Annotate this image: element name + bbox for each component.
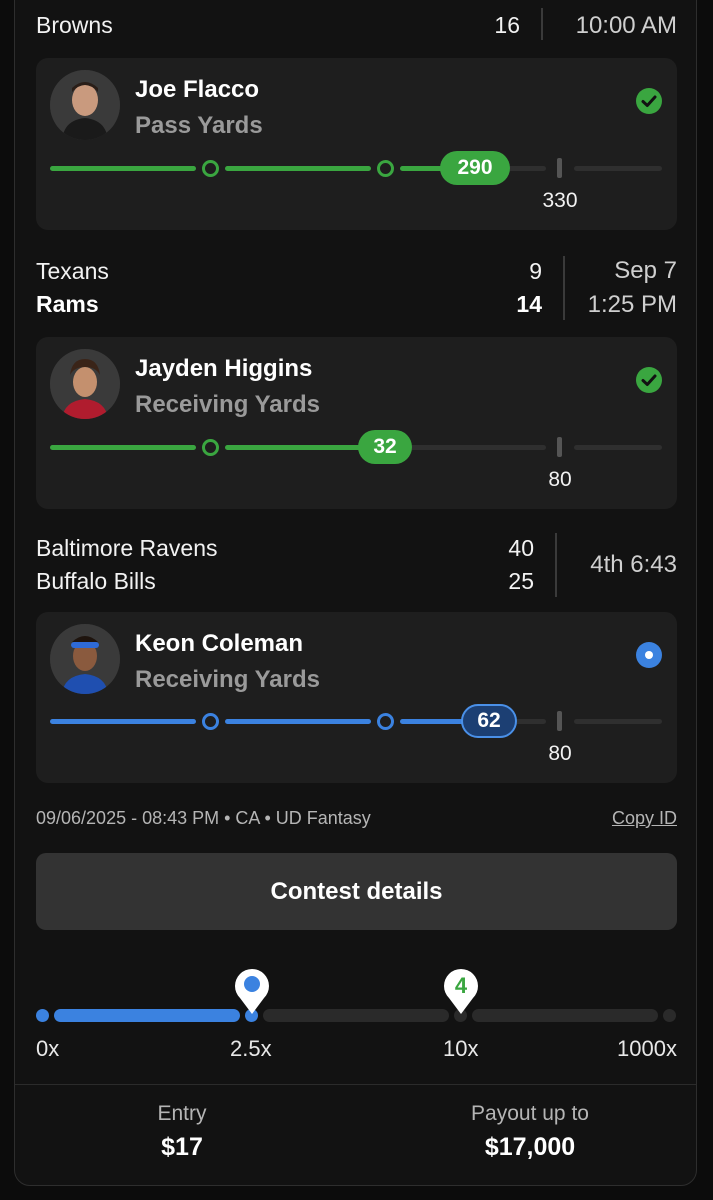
pick-card-higgins[interactable]: Jayden Higgins Receiving Yards 32 80 bbox=[36, 337, 677, 509]
target-value: 80 bbox=[548, 468, 572, 491]
game2-team-home: Rams bbox=[36, 291, 99, 317]
game1-divider bbox=[541, 8, 543, 40]
multiplier-label: 1000x bbox=[617, 1036, 677, 1061]
game1-time: 10:00 AM bbox=[575, 12, 677, 39]
target-tick bbox=[557, 711, 562, 731]
multiplier-track bbox=[472, 1009, 658, 1022]
copy-id-link[interactable]: Copy ID bbox=[612, 808, 677, 829]
game3-clock: 4th 6:43 bbox=[590, 551, 677, 578]
remaining-segment bbox=[401, 445, 546, 450]
multiplier-end-dot bbox=[663, 1009, 676, 1022]
progress-segment bbox=[225, 719, 371, 724]
multiplier-label: 2.5x bbox=[230, 1036, 272, 1061]
remaining-segment bbox=[574, 445, 662, 450]
multiplier-track bbox=[263, 1009, 449, 1022]
progress-segment bbox=[50, 719, 196, 724]
remaining-picks-count: 4 bbox=[454, 973, 468, 998]
player-name: Joe Flacco bbox=[135, 76, 260, 103]
target-value: 330 bbox=[542, 189, 578, 212]
current-value-pill: 62 bbox=[461, 704, 517, 738]
stat-type: Receiving Yards bbox=[135, 666, 320, 693]
progress-segment bbox=[225, 166, 371, 171]
progress-segment bbox=[400, 719, 470, 724]
multiplier-label: 10x bbox=[443, 1036, 479, 1061]
current-multiplier-pin-icon bbox=[234, 966, 270, 1021]
entry-label: Entry bbox=[157, 1102, 207, 1125]
remaining-segment bbox=[574, 166, 662, 171]
game2-date: Sep 7 bbox=[614, 257, 677, 284]
game3-score-away: 40 bbox=[508, 535, 534, 561]
game3-divider bbox=[555, 533, 557, 597]
multiplier-label: 0x bbox=[36, 1036, 60, 1061]
target-tick bbox=[557, 158, 562, 178]
player-avatar bbox=[50, 624, 120, 694]
game2-team-away: Texans bbox=[36, 258, 109, 284]
remaining-segment bbox=[574, 719, 662, 724]
progress-segment bbox=[50, 445, 196, 450]
progress-segment bbox=[50, 166, 196, 171]
pick-card-flacco[interactable]: Joe Flacco Pass Yards 290 330 bbox=[36, 58, 677, 230]
player-avatar bbox=[50, 349, 120, 419]
milestone-dot bbox=[202, 160, 219, 177]
stat-type: Receiving Yards bbox=[135, 391, 320, 418]
check-icon bbox=[636, 367, 662, 393]
game2-score-away: 9 bbox=[529, 258, 542, 284]
milestone-dot bbox=[202, 713, 219, 730]
entry-value: $17 bbox=[161, 1133, 203, 1161]
milestone-dot bbox=[202, 439, 219, 456]
game3-team-home: Buffalo Bills bbox=[36, 568, 156, 594]
live-indicator-icon bbox=[636, 642, 662, 668]
game1-score: 16 bbox=[494, 12, 520, 38]
milestone-dot bbox=[377, 713, 394, 730]
player-name: Keon Coleman bbox=[135, 630, 304, 657]
game2-time: 1:25 PM bbox=[587, 291, 677, 318]
contest-details-button[interactable]: Contest details bbox=[36, 853, 677, 930]
progress-segment bbox=[225, 445, 375, 450]
stat-type: Pass Yards bbox=[135, 112, 263, 139]
game1-team: Browns bbox=[36, 12, 113, 38]
payout-label: Payout up to bbox=[471, 1102, 589, 1125]
game2-divider bbox=[563, 256, 565, 320]
footer-divider bbox=[15, 1084, 696, 1085]
current-value-pill: 32 bbox=[358, 430, 412, 464]
game3-score-home: 25 bbox=[508, 568, 534, 594]
remaining-segment bbox=[506, 166, 546, 171]
target-tick bbox=[557, 437, 562, 457]
entry-meta: 09/06/2025 - 08:43 PM • CA • UD Fantasy bbox=[36, 808, 371, 828]
player-avatar bbox=[50, 70, 120, 140]
multiplier-start-dot bbox=[36, 1009, 49, 1022]
multiplier-progress-fill bbox=[54, 1009, 240, 1022]
payout-value: $17,000 bbox=[484, 1133, 576, 1161]
game3-team-away: Baltimore Ravens bbox=[36, 535, 218, 561]
milestone-dot bbox=[377, 160, 394, 177]
target-value: 80 bbox=[548, 742, 572, 765]
game2-score-home: 14 bbox=[516, 291, 542, 317]
check-icon bbox=[636, 88, 662, 114]
player-name: Jayden Higgins bbox=[135, 355, 313, 382]
pick-card-coleman[interactable]: Keon Coleman Receiving Yards 62 80 bbox=[36, 612, 677, 783]
current-value-pill: 290 bbox=[440, 151, 510, 185]
remaining-segment bbox=[512, 719, 546, 724]
